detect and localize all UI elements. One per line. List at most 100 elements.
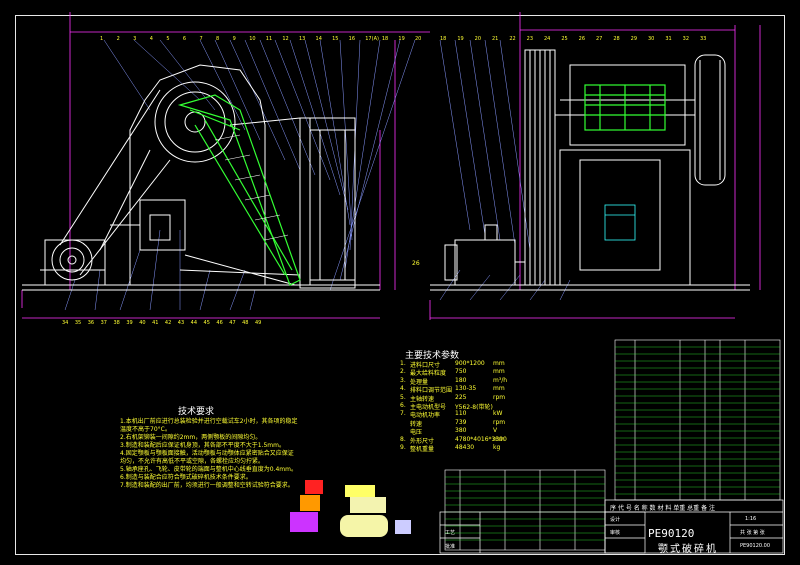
balloon-label: 5 — [166, 36, 170, 42]
balloon-label: 20 — [415, 36, 422, 42]
balloon-label: 30 — [648, 36, 655, 42]
balloon-label: 4 — [149, 36, 153, 42]
param-no: 7. — [400, 410, 406, 418]
label-design: 设计 — [610, 517, 621, 523]
balloon-label: 2 — [116, 36, 120, 42]
param-unit: rpm — [493, 418, 506, 426]
balloon-label: 18 — [381, 36, 389, 42]
balloon-label: 29 — [630, 36, 638, 42]
param-label: 整机重量 — [410, 446, 435, 453]
jaw-hatching — [214, 134, 289, 241]
watermark-blob — [345, 485, 375, 497]
param-unit: kW — [493, 410, 503, 418]
balloon-label: 38 — [113, 320, 120, 326]
watermark-blob — [290, 512, 318, 532]
param-value: 130-35 — [455, 385, 477, 393]
balloon-label: 9 — [232, 36, 236, 42]
balloon-label: 39 — [126, 320, 133, 326]
balloon-label: 8 — [216, 36, 220, 42]
balloon-label: 37 — [100, 320, 107, 326]
balloon-label: 18 — [440, 36, 447, 42]
balloon-label: 16 — [348, 36, 356, 42]
balloon-label: 24 — [544, 36, 551, 42]
machine-name: 颚式破碎机 — [658, 544, 718, 555]
side-balloon: 26 — [412, 260, 420, 267]
balloon-label: 6 — [182, 36, 187, 42]
balloon-label: 17(A) — [365, 36, 379, 42]
param-unit: m³/h — [493, 376, 508, 384]
param-value: 110 — [455, 410, 467, 418]
param-no: 2. — [400, 368, 406, 376]
balloon-label: 25 — [561, 36, 568, 42]
tech-line: 7.制造和装配的出厂前，均须进行一般调整和空转试验符合要求。 — [120, 482, 294, 489]
param-value: 180 — [455, 376, 467, 384]
param-no: 8. — [400, 435, 406, 443]
balloon-label: 46 — [216, 320, 223, 326]
right-dimensions — [429, 12, 761, 320]
param-value: 380 — [455, 427, 467, 435]
balloon-label: 47 — [229, 320, 236, 326]
watermark-blob — [340, 515, 388, 537]
parts-table-rows — [615, 346, 780, 495]
param-value: 225 — [455, 393, 467, 401]
balloon-label: 7 — [199, 36, 203, 42]
param-value: 900*1200 — [455, 360, 485, 367]
param-unit: mm — [493, 385, 505, 393]
param-value: 48430 — [455, 444, 475, 451]
balloon-label: 19 — [457, 36, 464, 42]
drawing-sheet: 1 2 3 4 5 6 7 8 9 10 11 12 13 14 15 16 17(A) 18 19 20 18 19 2… — [0, 0, 800, 565]
balloon-label: 20 — [474, 36, 482, 42]
param-unit: mm — [493, 368, 505, 376]
balloon-label: 19 — [398, 36, 405, 42]
label-process: 工艺 — [445, 530, 456, 536]
right-shaft — [584, 84, 666, 131]
param-value: 750 — [455, 368, 467, 376]
param-unit: V — [493, 427, 498, 435]
balloon-label: 27 — [596, 36, 603, 42]
watermark-blob — [300, 495, 320, 511]
balloon-label: 32 — [682, 36, 690, 42]
label-approve: 批准 — [445, 544, 456, 550]
param-no: 5. — [400, 393, 406, 401]
balloon-label: 43 — [177, 320, 185, 326]
balloon-label: 49 — [255, 320, 262, 326]
balloon-label: 44 — [190, 320, 198, 326]
param-no: 3. — [400, 376, 406, 384]
balloon-label: 1 — [100, 36, 104, 42]
param-unit: mm — [493, 360, 505, 367]
balloon-label: 26 — [578, 36, 586, 42]
balloon-label: 35 — [74, 320, 82, 326]
param-unit: mm — [493, 435, 505, 443]
balloon-label: 45 — [203, 320, 210, 326]
scale: 1:16 — [745, 516, 757, 522]
balloon-label: 23 — [526, 36, 534, 42]
drawing-number: PE90120.00 — [740, 543, 771, 549]
param-no: 6. — [400, 402, 406, 409]
watermark-blob — [350, 497, 386, 513]
balloon-label: 42 — [164, 320, 172, 326]
balloon-label: 33 — [700, 36, 707, 42]
parts-table-grid — [614, 339, 781, 501]
balloon-label: 36 — [87, 320, 95, 326]
watermark-blob — [395, 520, 411, 534]
param-no: 1. — [400, 360, 406, 367]
balloon-label: 12 — [282, 36, 289, 42]
balloon-label: 10 — [249, 36, 256, 42]
right-inner — [604, 204, 636, 241]
param-value: 739 — [455, 418, 467, 426]
balloon-label: 34 — [62, 320, 69, 326]
balloon-label: 22 — [509, 36, 516, 42]
balloon-label: 3 — [133, 36, 137, 42]
param-no: 9. — [400, 444, 406, 451]
parts-table-2-rows — [445, 476, 605, 541]
balloon-label: 11 — [265, 36, 273, 42]
param-unit: rpm — [493, 393, 506, 401]
watermark-blob — [305, 480, 323, 494]
balloon-label: 28 — [613, 36, 620, 42]
model-number: PE90120 — [648, 527, 695, 540]
balloon-label: 15 — [332, 36, 339, 42]
param-unit: kg — [493, 444, 501, 451]
table-header: 序 代 号 名 称 数 材 料 单重 总重 备 注 — [610, 505, 715, 512]
balloon-label: 41 — [152, 320, 159, 326]
balloon-label: 14 — [315, 36, 322, 42]
